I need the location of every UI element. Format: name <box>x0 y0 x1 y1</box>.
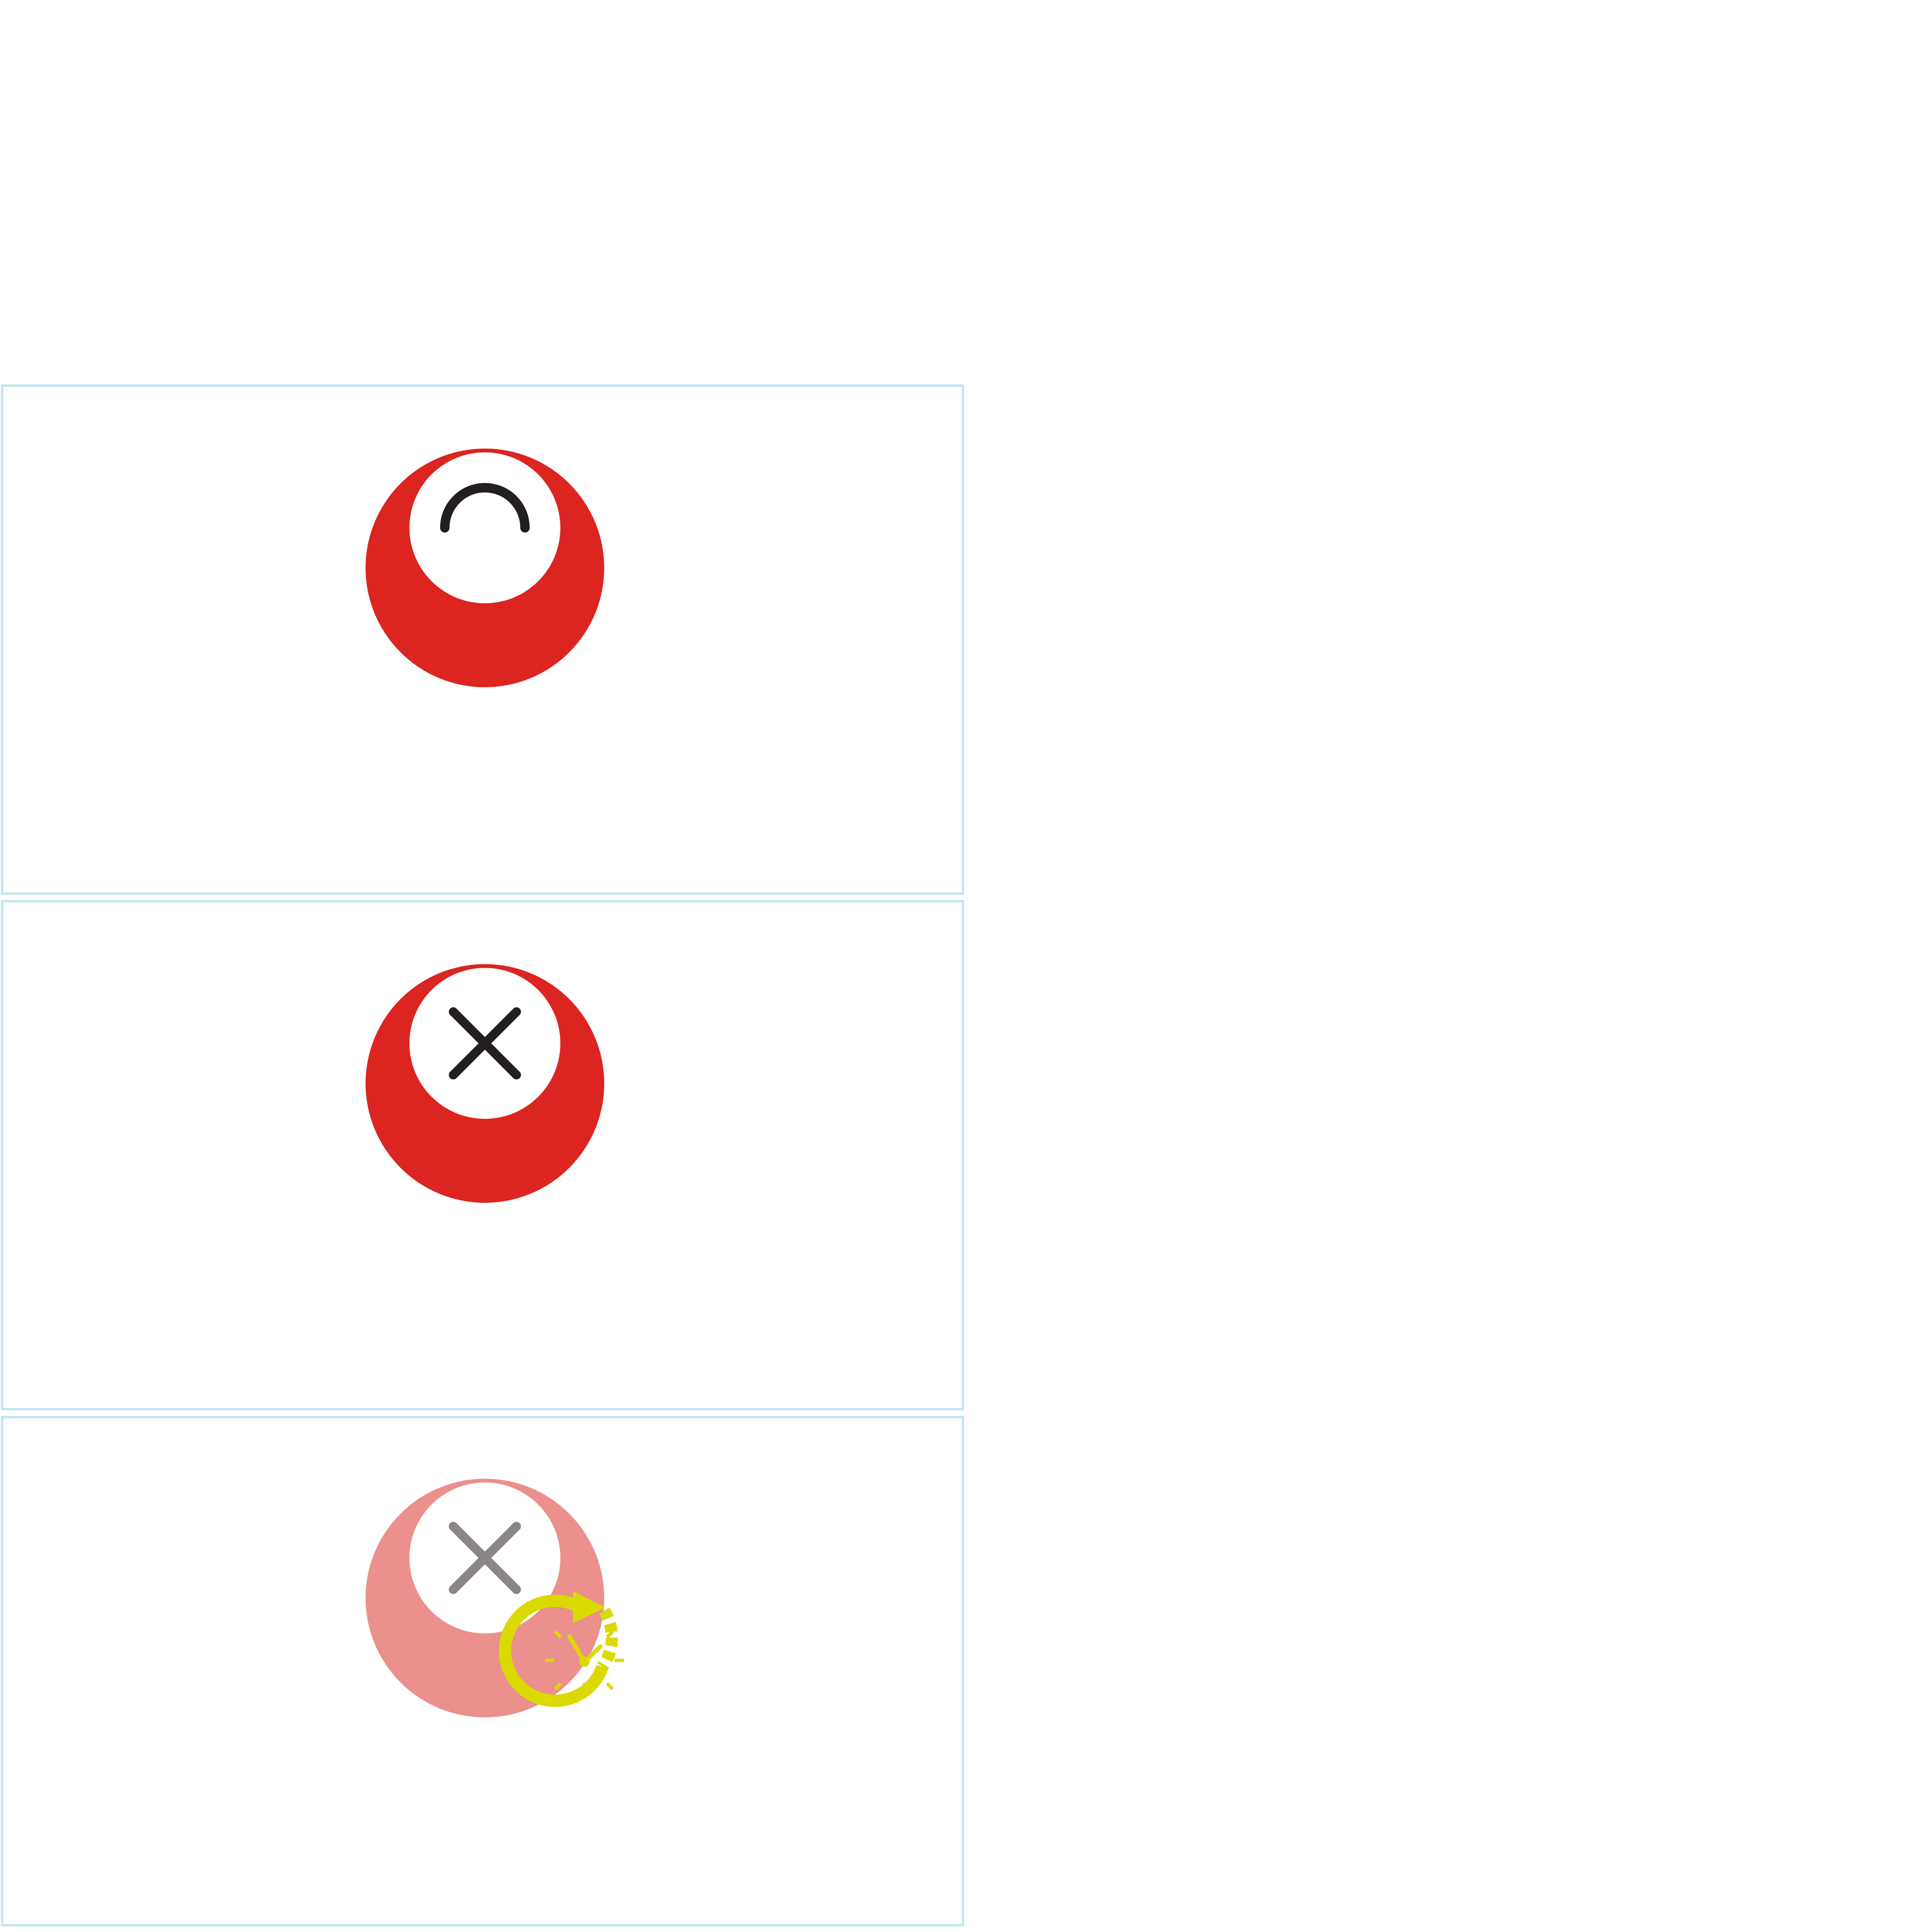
canvas: { "colors": { "background": "#ffffff", "… <box>0 0 1932 1932</box>
marker-inner-disc <box>409 452 560 603</box>
red-marker-arc-icon <box>366 449 604 687</box>
symbol-panel-close <box>1 900 964 1410</box>
symbol-panel-arc <box>1 384 964 895</box>
symbol-panel-close-scheduled <box>1 1416 964 1926</box>
faded-marker-close-icon <box>366 1479 624 1717</box>
red-marker-close-icon <box>366 964 604 1203</box>
